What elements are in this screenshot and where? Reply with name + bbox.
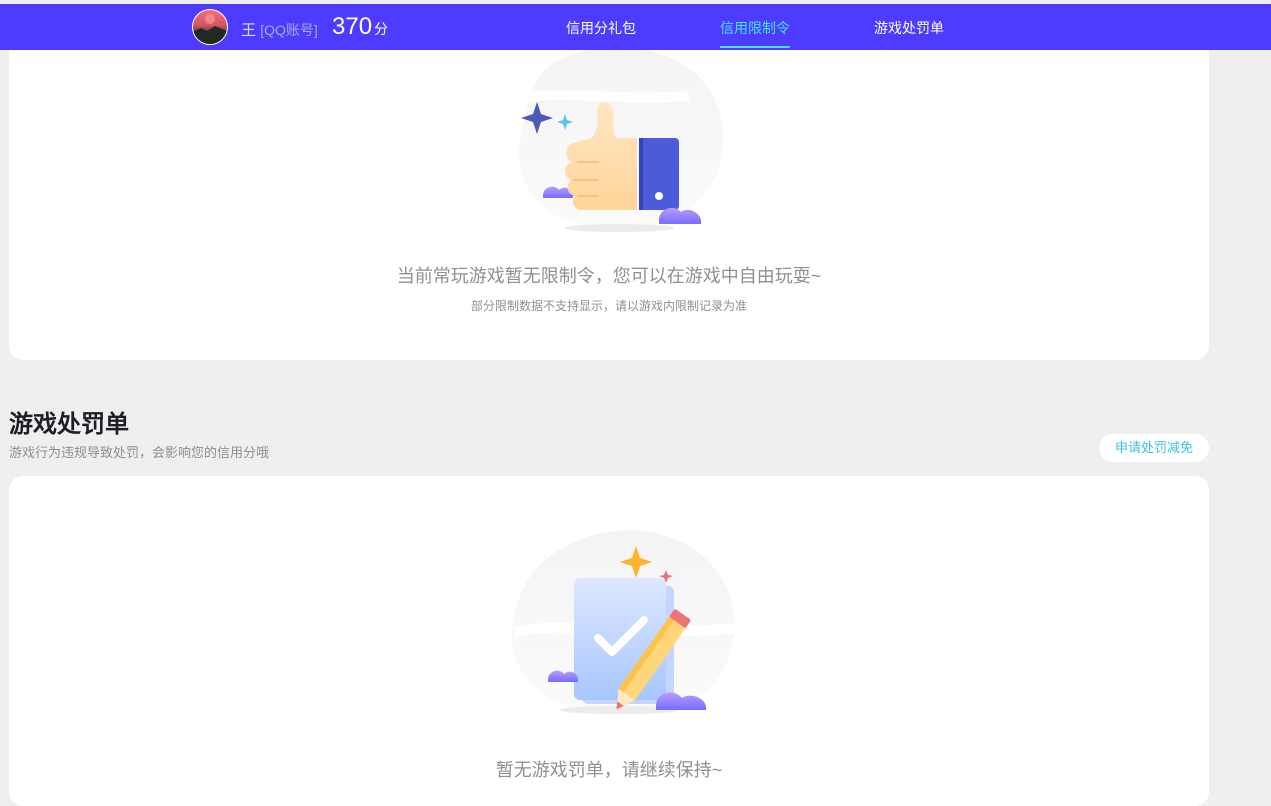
penalty-section-subtitle: 游戏行为违规导致处罚，会影响您的信用分哦 <box>9 445 270 460</box>
user-name-text: 王 <box>241 22 257 39</box>
restriction-empty-title: 当前常玩游戏暂无限制令，您可以在游戏中自由玩耍~ <box>396 266 822 286</box>
checklist-pencil-icon <box>511 530 735 716</box>
penalty-empty-title: 暂无游戏罚单，请继续保持~ <box>495 760 723 780</box>
account-type: [QQ账号] <box>260 22 318 38</box>
credit-score-value: 370 <box>332 13 373 40</box>
nav-credit-gift[interactable]: 信用分礼包 <box>566 18 636 38</box>
avatar[interactable] <box>192 9 228 45</box>
credit-score: 370 分 <box>332 13 388 41</box>
thumbs-up-icon <box>517 47 724 232</box>
penalty-card: 暂无游戏罚单，请继续保持~ <box>9 476 1209 806</box>
restriction-empty-note: 部分限制数据不支持显示，请以游戏内限制记录为准 <box>470 299 747 313</box>
penalty-section-title: 游戏处罚单 <box>9 411 129 438</box>
credit-score-unit: 分 <box>374 21 389 37</box>
nav-game-penalty[interactable]: 游戏处罚单 <box>874 18 944 38</box>
nav-active-underline <box>720 46 790 48</box>
apply-penalty-reduction-button[interactable]: 申请处罚减免 <box>1099 434 1209 462</box>
top-bar: 王 [QQ账号] 370 分 信用分礼包 信用限制令 游戏处罚单 <box>0 4 1271 50</box>
restriction-card: 当前常玩游戏暂无限制令，您可以在游戏中自由玩耍~ 部分限制数据不支持显示，请以游… <box>9 20 1209 360</box>
nav-credit-restriction[interactable]: 信用限制令 <box>720 18 790 38</box>
avatar-image <box>193 14 227 44</box>
user-name: 王 [QQ账号] <box>241 19 318 40</box>
